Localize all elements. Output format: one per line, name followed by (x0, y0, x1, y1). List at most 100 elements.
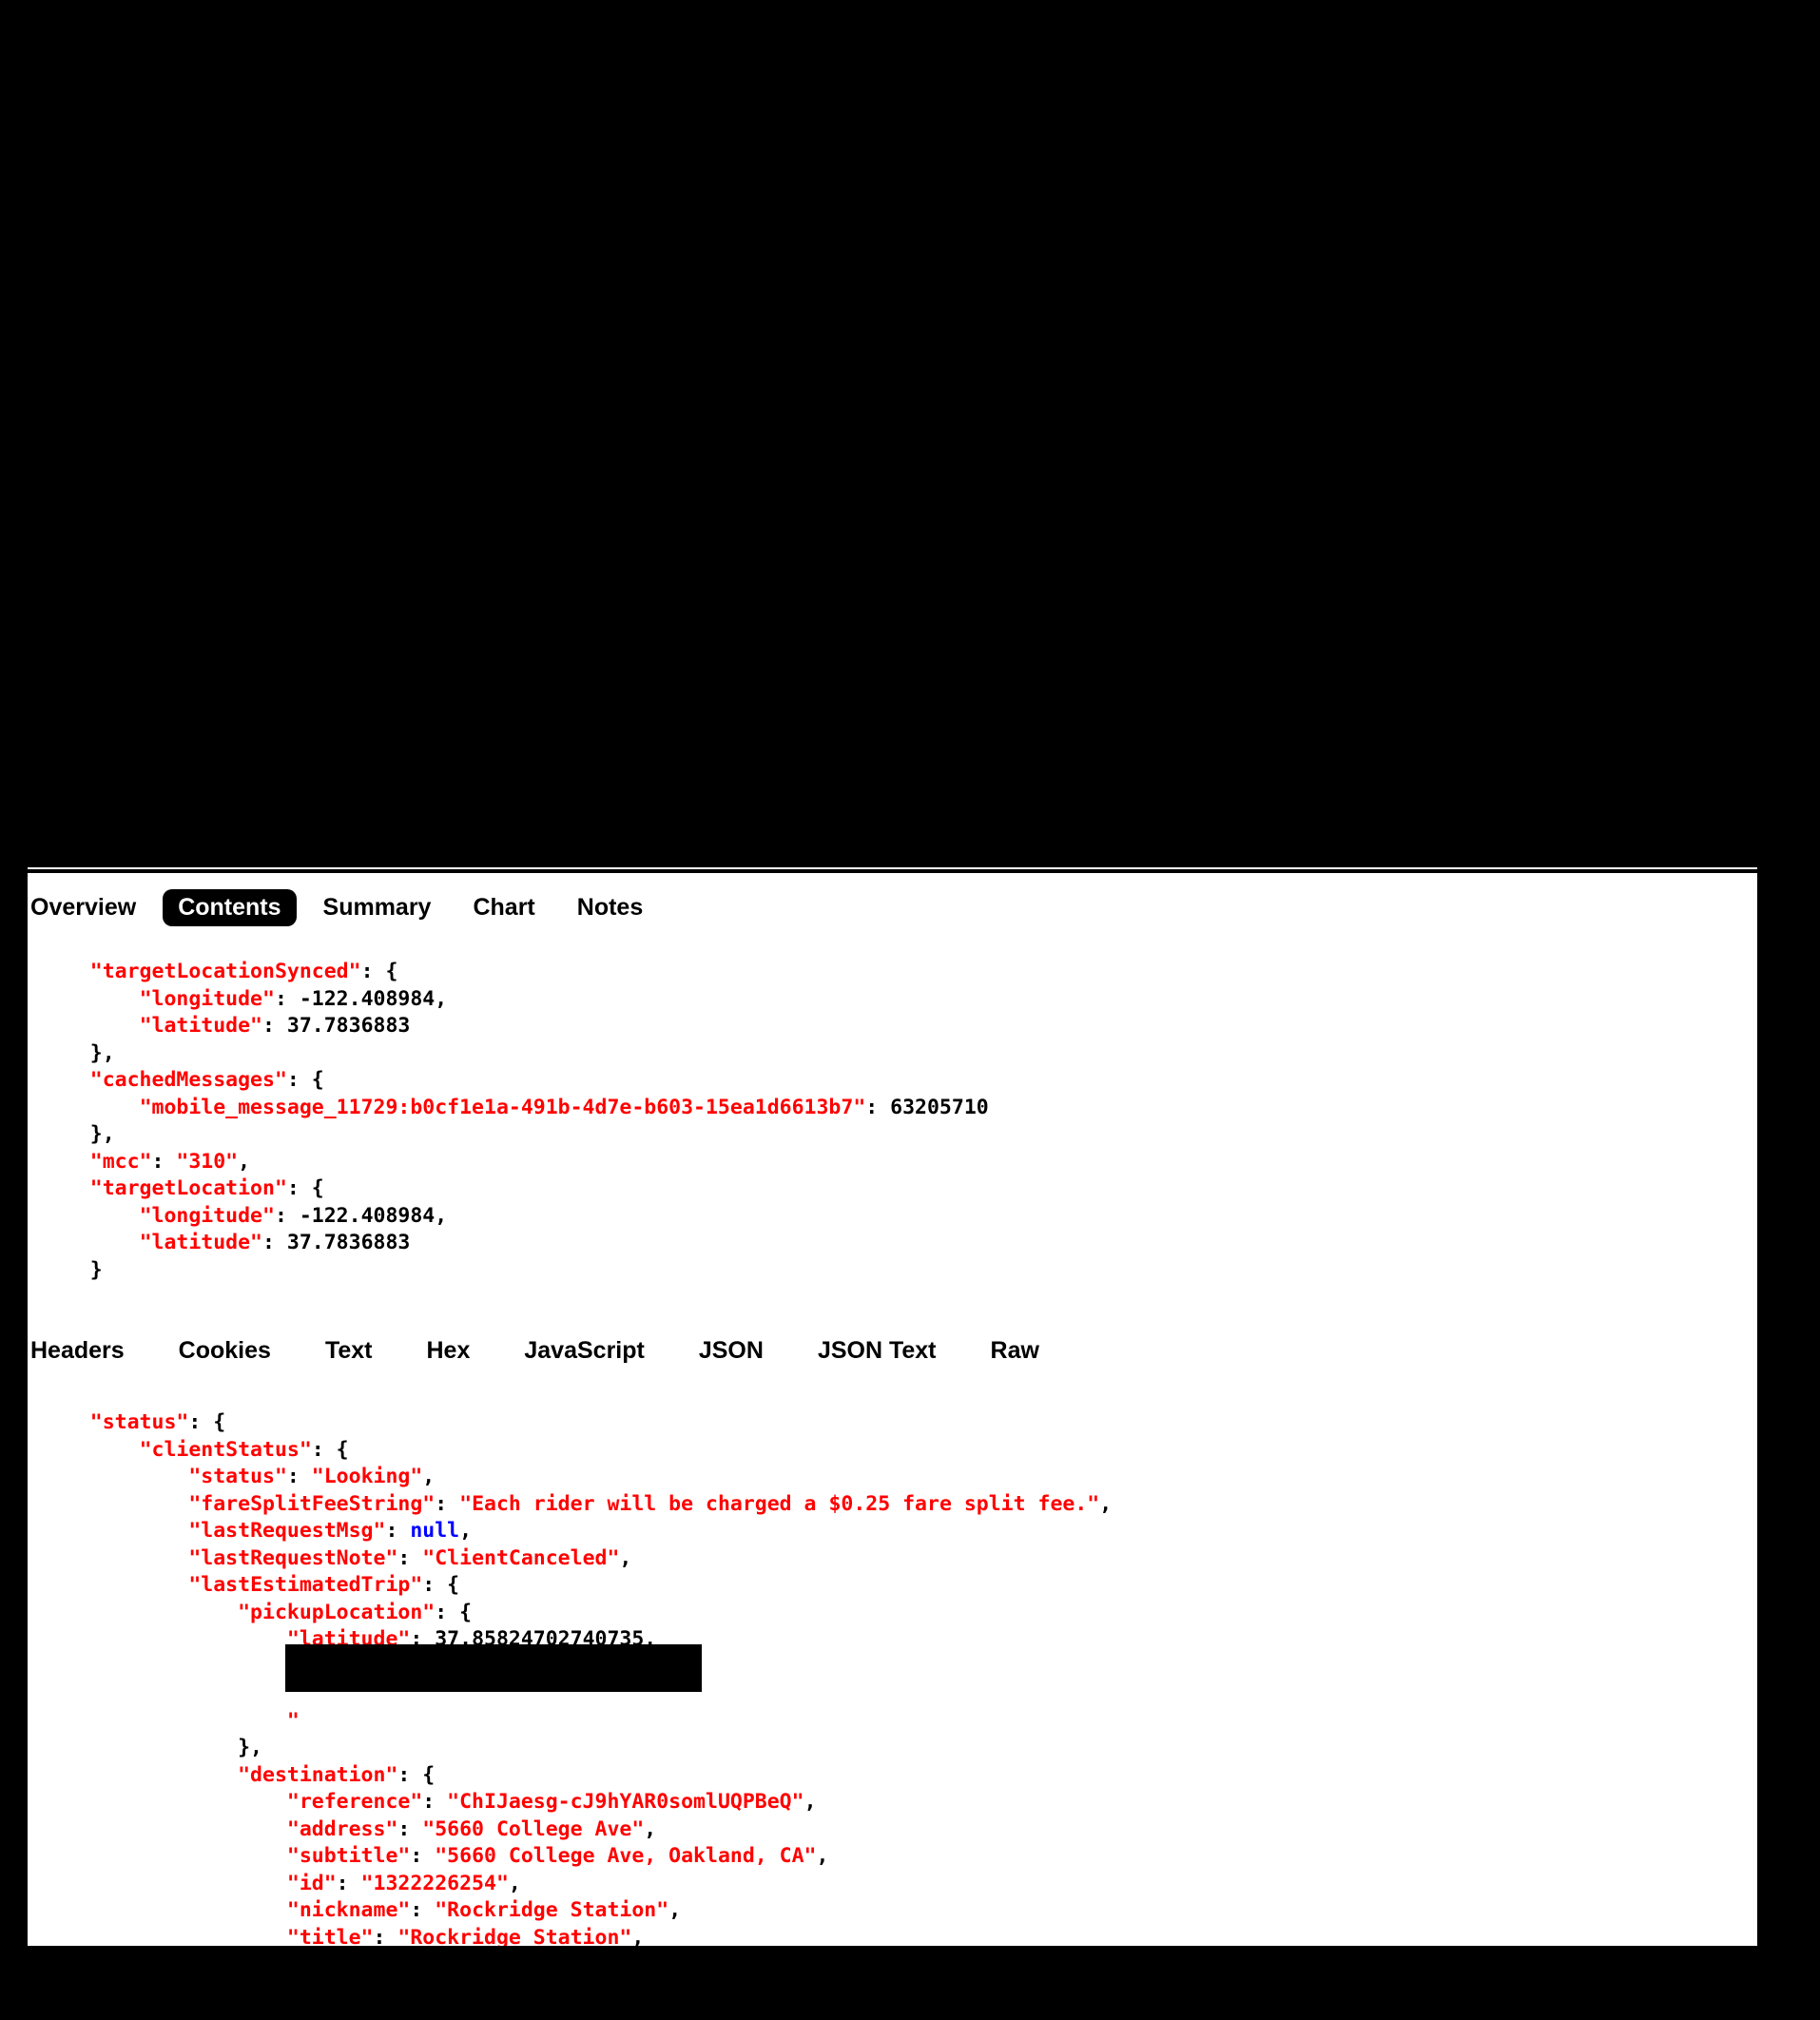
json-key: "lastRequestNote" (188, 1545, 398, 1570)
json-key: "status" (89, 1410, 189, 1434)
tab-label: Text (324, 1336, 373, 1364)
json-line: "latitude": 37.7836883 (41, 1013, 989, 1040)
json-key: "title" (286, 1925, 374, 1947)
json-punctuation: : (397, 1816, 423, 1841)
json-punctuation: : { (286, 1068, 324, 1092)
json-number-value: -122.408984 (299, 986, 436, 1011)
tab-contents[interactable]: Contents (163, 888, 297, 926)
json-key: "lastRequestMsg" (188, 1519, 386, 1543)
json-key: "mcc" (89, 1149, 152, 1174)
json-key: "id" (286, 1871, 337, 1895)
json-punctuation: : (385, 1519, 411, 1543)
json-string-value: "5660 College Ave" (422, 1816, 645, 1841)
tab-label: JSON Text (817, 1336, 937, 1364)
json-key: "reference" (286, 1790, 423, 1814)
json-line: }, (41, 1735, 1186, 1762)
json-key: "targetLocation" (89, 1176, 287, 1200)
tab-overview[interactable]: Overview (28, 889, 151, 926)
json-line: "lastRequestMsg": null, (41, 1518, 1186, 1545)
json-punctuation: : (262, 1014, 287, 1038)
tab-json-text[interactable]: JSON Text (803, 1332, 952, 1369)
json-string-value: "1322226254" (360, 1871, 509, 1895)
json-line: "longitude": -122.408984, (41, 1203, 989, 1231)
tab-json[interactable]: JSON (684, 1332, 779, 1369)
json-line: "cachedMessages": { (41, 1067, 989, 1095)
tab-summary[interactable]: Summary (308, 889, 447, 926)
json-punctuation: : (274, 986, 300, 1011)
json-key: "longitude" (139, 986, 275, 1011)
json-string-value: "ChIJaesg-cJ9hYAR0somlUQPBeQ" (447, 1790, 804, 1814)
json-line: }, (41, 1121, 989, 1149)
json-punctuation: , (459, 1519, 473, 1543)
json-line: }, (41, 1040, 989, 1068)
json-line: "fareSplitFeeString": "Each rider will b… (41, 1491, 1186, 1519)
tab-cookies[interactable]: Cookies (164, 1332, 286, 1369)
json-punctuation: : (336, 1871, 361, 1895)
tab-label: Overview (30, 893, 137, 921)
json-null-value: null (410, 1519, 460, 1543)
tab-hex[interactable]: Hex (412, 1332, 486, 1369)
json-line: "mcc": "310", (41, 1149, 989, 1176)
tab-label: Hex (426, 1336, 471, 1364)
tab-notes[interactable]: Notes (562, 889, 658, 926)
json-key: "latitude" (139, 1231, 263, 1254)
tab-label: Cookies (178, 1336, 271, 1364)
tab-label: Contents (178, 893, 281, 921)
json-line: "pickupLocation": { (41, 1600, 1186, 1627)
json-number-value: 37.7836883 (286, 1014, 411, 1038)
tab-raw[interactable]: Raw (976, 1332, 1055, 1369)
json-string-value: "Rockridge Station" (397, 1925, 632, 1947)
tab-label: Headers (30, 1336, 125, 1364)
json-punctuation: , (631, 1925, 645, 1947)
json-line: "status": "Looking", (41, 1464, 1186, 1491)
json-punctuation: , (816, 1844, 829, 1868)
json-punctuation: }, (238, 1736, 262, 1759)
json-line: "id": "1322226254", (41, 1871, 1186, 1898)
json-punctuation: : (435, 1491, 460, 1516)
tab-javascript[interactable]: JavaScript (509, 1332, 659, 1369)
tab-text[interactable]: Text (310, 1332, 388, 1369)
json-key: "address" (286, 1816, 398, 1841)
tab-label: JavaScript (524, 1336, 645, 1364)
json-key: "lastEstimatedTrip" (188, 1573, 423, 1597)
json-key: "cachedMessages" (89, 1068, 287, 1092)
json-line: "address": "5660 College Ave", (41, 1816, 1186, 1844)
json-line: "nickname": "Rockridge Station", (41, 1897, 1186, 1925)
json-punctuation: }, (89, 1040, 115, 1065)
tab-label: Raw (990, 1336, 1039, 1364)
json-line: "status": { (41, 1409, 1186, 1437)
tab-chart[interactable]: Chart (457, 889, 550, 926)
json-line: "longitude": -122.408984, (41, 986, 989, 1014)
tab-label: Chart (473, 893, 535, 921)
json-line: "latitude": 37.7836883 (41, 1230, 989, 1257)
tab-headers[interactable]: Headers (28, 1332, 140, 1369)
json-punctuation: : { (286, 1176, 324, 1200)
json-key: "targetLocationSynced" (89, 960, 361, 983)
json-punctuation: , (422, 1465, 436, 1488)
json-key: "latitude" (139, 1014, 263, 1038)
json-line: "title": "Rockridge Station", (41, 1925, 1186, 1947)
json-number-value: 63205710 (890, 1095, 989, 1119)
content-panel: Overview Contents Summary Chart Notes "targe… (28, 867, 1757, 1946)
json-viewer-primary[interactable]: "targetLocationSynced" : { "longitude": -… (41, 959, 989, 1284)
json-string-value: "310" (176, 1149, 239, 1174)
tab-label: JSON (698, 1336, 764, 1364)
json-punctuation: : (397, 1545, 423, 1570)
json-line-redacted: " (41, 1708, 1186, 1736)
